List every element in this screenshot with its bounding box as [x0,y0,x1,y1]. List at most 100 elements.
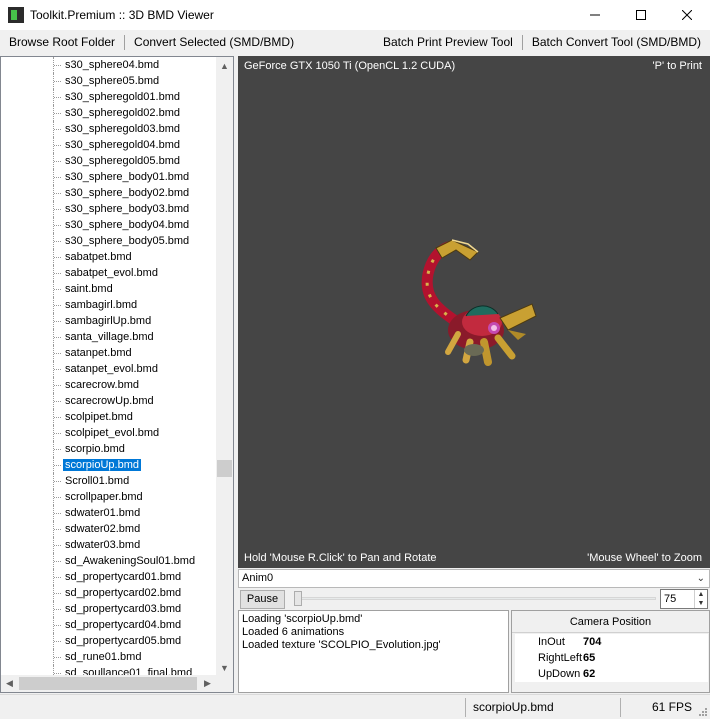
tree-guide-line [54,593,61,594]
zoom-hint: 'Mouse Wheel' to Zoom [587,552,702,564]
close-button[interactable] [664,0,710,30]
tree-guide-line [54,401,61,402]
tree-guide-line [54,657,61,658]
status-file-name: scorpioUp.bmd [473,700,554,714]
app-icon [8,7,24,23]
tree-item[interactable]: sambagirlUp.bmd [1,313,216,329]
tree-guide-line [54,673,61,674]
status-fps: 61 FPS [651,700,692,714]
camera-label: RightLeft [538,652,583,664]
scroll-left-icon[interactable]: ◀ [1,675,18,692]
tree-item[interactable]: santa_village.bmd [1,329,216,345]
convert-selected-menu[interactable]: Convert Selected (SMD/BMD) [125,33,303,51]
tree-item[interactable]: sd_rune01.bmd [1,649,216,665]
camera-row: InOut 704 [515,634,708,650]
tree-item-label: scrollpaper.bmd [65,491,143,503]
tree-item-label: Scroll01.bmd [65,475,130,487]
tree-item[interactable]: sabatpet_evol.bmd [1,265,216,281]
tree-item[interactable]: scorpio.bmd [1,441,216,457]
horizontal-scroll-thumb[interactable] [19,677,197,690]
maximize-button[interactable] [618,0,664,30]
tree-item[interactable]: s30_spheregold03.bmd [1,121,216,137]
tree-item[interactable]: sdwater01.bmd [1,505,216,521]
resize-grip-icon[interactable] [698,707,708,717]
tree-guide-line [54,321,61,322]
animation-select[interactable]: Anim0 ⌄ [238,569,710,588]
tree-item-label: sd_propertycard05.bmd [65,635,182,647]
stepper-up-icon[interactable]: ▲ [695,590,707,599]
tree-item[interactable]: s30_sphere_body03.bmd [1,201,216,217]
tree-item-label: s30_sphere04.bmd [65,59,160,71]
tree-item[interactable]: sd_propertycard03.bmd [1,601,216,617]
tree-item-label: s30_sphere05.bmd [65,75,160,87]
gpu-info: GeForce GTX 1050 Ti (OpenCL 1.2 CUDA) [244,60,456,72]
tree-item[interactable]: sd_propertycard01.bmd [1,569,216,585]
tree-item[interactable]: satanpet.bmd [1,345,216,361]
tree-item-label: s30_sphere_body04.bmd [65,219,190,231]
scroll-up-icon[interactable]: ▲ [216,57,233,74]
tree-item[interactable]: Scroll01.bmd [1,473,216,489]
tree-guide-line [54,449,61,450]
speed-stepper[interactable]: 75 ▲ ▼ [660,589,708,609]
tree-item[interactable]: scarecrowUp.bmd [1,393,216,409]
tree-item[interactable]: s30_spheregold01.bmd [1,89,216,105]
stepper-buttons[interactable]: ▲ ▼ [694,590,707,608]
status-divider [620,698,621,717]
file-tree-list: s30_sphere04.bmd s30_sphere05.bmd s30_sphe… [1,57,216,676]
tree-item[interactable]: sd_propertycard04.bmd [1,617,216,633]
scroll-down-icon[interactable]: ▼ [216,659,233,676]
tree-item[interactable]: s30_sphere_body02.bmd [1,185,216,201]
tree-item[interactable]: scarecrow.bmd [1,377,216,393]
tree-item-label: sabatpet.bmd [65,251,132,263]
tree-item-label: scarecrowUp.bmd [65,395,154,407]
tree-item[interactable]: s30_sphere04.bmd [1,57,216,73]
tree-item[interactable]: scrollpaper.bmd [1,489,216,505]
tree-item[interactable]: satanpet_evol.bmd [1,361,216,377]
tree-item[interactable]: s30_sphere_body01.bmd [1,169,216,185]
tree-guide-line [54,609,61,610]
tree-item[interactable]: sd_propertycard05.bmd [1,633,216,649]
batch-print-preview-menu[interactable]: Batch Print Preview Tool [374,33,522,51]
scorpion-model [421,239,537,366]
tree-item[interactable]: saint.bmd [1,281,216,297]
tree-item[interactable]: scolpipet.bmd [1,409,216,425]
tree-item[interactable]: s30_spheregold05.bmd [1,153,216,169]
tree-item[interactable]: sabatpet.bmd [1,249,216,265]
pause-button[interactable]: Pause [240,590,285,609]
tree-item[interactable]: s30_sphere05.bmd [1,73,216,89]
scroll-thumb[interactable] [217,460,232,477]
tree-item[interactable]: scolpipet_evol.bmd [1,425,216,441]
tree-item-label: sd_AwakeningSoul01.bmd [65,555,196,567]
camera-value: 704 [583,636,602,648]
camera-label: InOut [538,636,565,648]
tree-item[interactable]: s30_sphere_body04.bmd [1,217,216,233]
scroll-right-icon[interactable]: ▶ [199,675,216,692]
tree-item[interactable]: s30_spheregold04.bmd [1,137,216,153]
3d-viewport[interactable]: GeForce GTX 1050 Ti (OpenCL 1.2 CUDA) 'P… [238,56,710,568]
tree-item-label: scarecrow.bmd [65,379,139,391]
tree-item-label: sd_rune01.bmd [65,651,142,663]
window-controls [572,0,710,30]
minimize-button[interactable] [572,0,618,30]
tree-guide-line [54,561,61,562]
tree-item[interactable]: sambagirl.bmd [1,297,216,313]
tree-item[interactable]: scorpioUp.bmd [1,457,216,473]
animation-frame-slider[interactable] [292,590,658,608]
tree-guide-line [54,241,61,242]
tree-guide-line [54,209,61,210]
tree-item[interactable]: s30_sphere_body05.bmd [1,233,216,249]
tree-item[interactable]: sdwater03.bmd [1,537,216,553]
stepper-down-icon[interactable]: ▼ [695,599,707,608]
slider-knob[interactable] [294,591,302,606]
tree-item-label: s30_spheregold05.bmd [65,155,180,167]
tree-item[interactable]: sd_AwakeningSoul01.bmd [1,553,216,569]
tree-horizontal-scrollbar[interactable]: ◀ ▶ [1,675,233,692]
tree-item[interactable]: sd_propertycard02.bmd [1,585,216,601]
batch-convert-menu[interactable]: Batch Convert Tool (SMD/BMD) [523,33,710,51]
tree-item[interactable]: s30_spheregold02.bmd [1,105,216,121]
tree-item[interactable]: sdwater02.bmd [1,521,216,537]
tree-guide-line [54,257,61,258]
browse-root-folder-menu[interactable]: Browse Root Folder [0,33,124,51]
pan-hint: Hold 'Mouse R.Click' to Pan and Rotate [244,552,437,564]
tree-vertical-scrollbar[interactable]: ▲ ▼ [216,57,233,676]
